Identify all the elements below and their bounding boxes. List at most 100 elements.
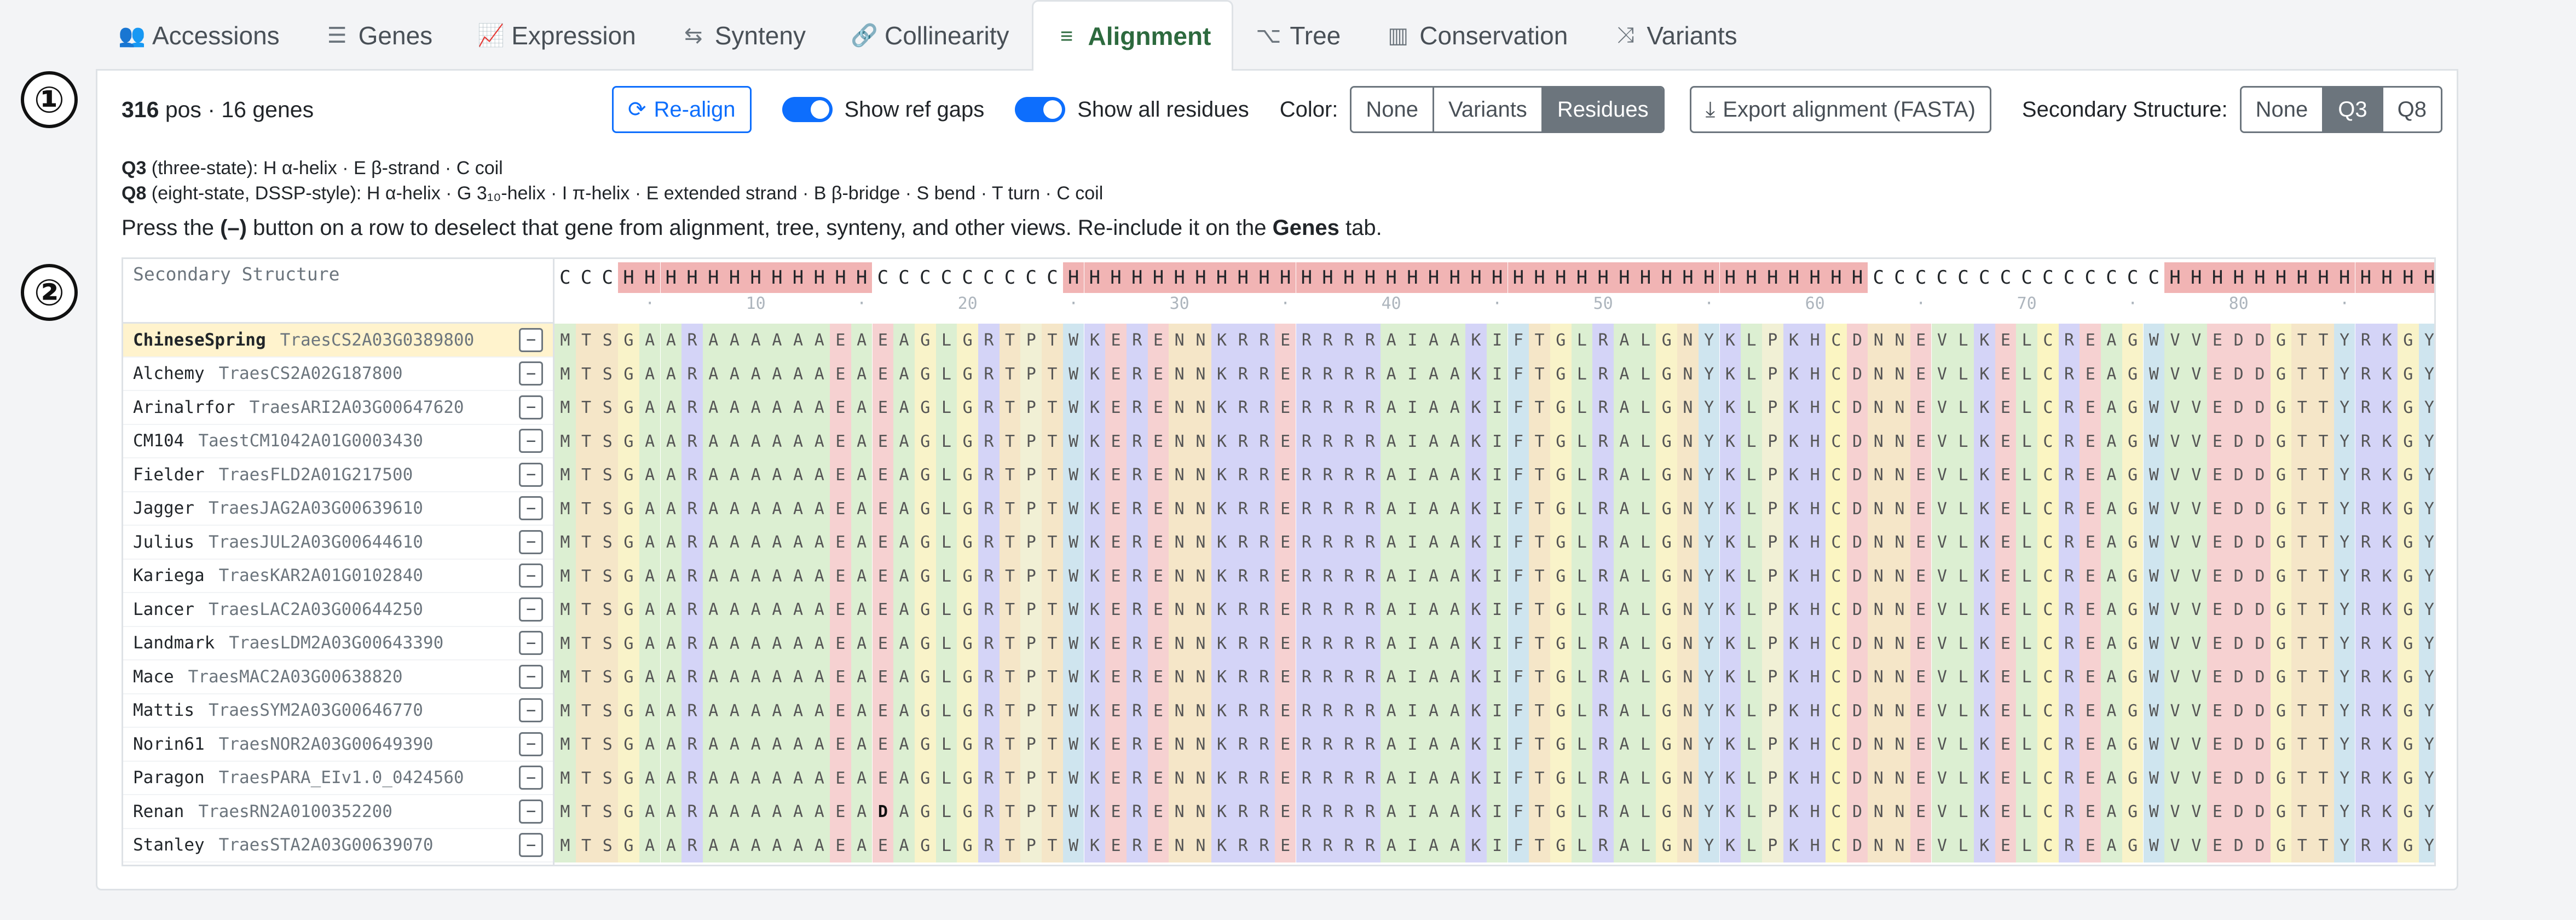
residue-cell: E [1105, 492, 1127, 526]
color-none-button[interactable]: None [1351, 88, 1433, 131]
deselect-gene-button[interactable]: − [519, 664, 543, 689]
residue-cell: L [1741, 324, 1762, 358]
deselect-gene-button[interactable]: − [519, 833, 543, 858]
residue-cell: A [639, 559, 661, 593]
residue-cell: K [1719, 424, 1741, 458]
residue-cell: Y [1698, 626, 1720, 660]
residue-cell: T [2291, 357, 2313, 391]
residue-cell: A [1614, 458, 1635, 492]
residue-cell: L [1741, 526, 1762, 560]
show-all-residues-switch[interactable] [1015, 97, 1066, 122]
ss-q8-button[interactable]: Q8 [2381, 88, 2441, 131]
ss-cell: H [1486, 262, 1508, 293]
residue-cell: E [830, 829, 851, 863]
alignment-viewer[interactable]: Secondary Structure ChineseSpring TraesCS… [122, 257, 2436, 866]
residue-cell: R [978, 391, 1000, 425]
alignment-grid[interactable]: CCCHHHHHHHHHHHHCCCCCCCCCHHHHHHHHHHHHHHHH… [555, 259, 2434, 865]
residue-cell: N [1868, 694, 1890, 728]
tab-tree[interactable]: ⌥ Tree [1233, 0, 1363, 69]
ss-cell: C [1889, 262, 1910, 293]
residue-cell: T [575, 526, 597, 560]
deselect-gene-button[interactable]: − [519, 732, 543, 756]
residue-cell: I [1402, 660, 1423, 694]
residue-cell: M [555, 357, 576, 391]
residue-cell: K [1719, 526, 1741, 560]
residue-cell: L [1634, 761, 1656, 795]
realign-button[interactable]: ⟳ Re-align [612, 86, 752, 133]
residue-cell: L [1634, 324, 1656, 358]
residue-cell: D [1846, 829, 1868, 863]
deselect-gene-button[interactable]: − [519, 395, 543, 419]
ss-q3-button[interactable]: Q3 [2322, 88, 2382, 131]
residue-cell: W [2143, 424, 2165, 458]
residue-cell: A [1423, 458, 1445, 492]
deselect-gene-button[interactable]: − [519, 597, 543, 622]
show-all-residues-toggle[interactable]: Show all residues [1015, 97, 1249, 122]
link-icon: 🔗 [850, 24, 878, 48]
deselect-gene-button[interactable]: − [519, 799, 543, 824]
residue-cell: L [935, 694, 957, 728]
residue-cell: K [1211, 829, 1233, 863]
residue-cell: N [1169, 458, 1190, 492]
residue-cell: G [914, 357, 936, 391]
residue-cell: N [1677, 795, 1699, 829]
residue-cell: W [1062, 660, 1084, 694]
residue-cell: R [978, 357, 1000, 391]
deselect-gene-button[interactable]: − [519, 564, 543, 588]
deselect-gene-button[interactable]: − [519, 530, 543, 554]
deselect-gene-button[interactable]: − [519, 496, 543, 521]
show-ref-gaps-toggle[interactable]: Show ref gaps [782, 97, 984, 122]
color-variants-button[interactable]: Variants [1433, 88, 1541, 131]
ss-cell: H [1698, 262, 1720, 293]
tab-synteny[interactable]: ⇆ Synteny [659, 0, 828, 69]
ss-cell: C [1020, 262, 1042, 293]
residue-cell: G [1656, 492, 1678, 526]
residue-cell: E [1995, 357, 2017, 391]
deselect-gene-button[interactable]: − [519, 429, 543, 453]
deselect-gene-button[interactable]: − [519, 462, 543, 487]
residue-cell: G [2270, 357, 2292, 391]
show-ref-gaps-switch[interactable] [782, 97, 833, 122]
residue-cell: T [1042, 593, 1063, 627]
residue-cell: R [1296, 424, 1318, 458]
align-left-icon: ≡ [1060, 24, 1073, 48]
residue-cell: E [1910, 492, 1932, 526]
residue-cell: E [2207, 526, 2228, 560]
residue-cell: R [978, 492, 1000, 526]
deselect-gene-button[interactable]: − [519, 361, 543, 386]
residue-cell: G [914, 324, 936, 358]
residue-cell: R [1359, 694, 1381, 728]
residue-cell: R [1296, 492, 1318, 526]
residue-cell: E [830, 526, 851, 560]
tab-collinearity[interactable]: 🔗 Collinearity [828, 0, 1032, 69]
residue-cell: T [575, 357, 597, 391]
deselect-gene-button[interactable]: − [519, 327, 543, 352]
deselect-gene-button[interactable]: − [519, 631, 543, 656]
residue-cell: T [2291, 626, 2313, 660]
residue-cell: A [787, 626, 809, 660]
residue-cell: G [914, 728, 936, 762]
ruler-tick-label: 80 [2228, 294, 2249, 313]
residue-cell: D [2228, 324, 2249, 358]
residue-cell: A [724, 357, 746, 391]
tab-genes[interactable]: ☰ Genes [302, 0, 455, 69]
export-fasta-button[interactable]: ⤓ Export alignment (FASTA) [1689, 86, 1991, 133]
residue-cell: L [1634, 559, 1656, 593]
ss-none-button[interactable]: None [2241, 88, 2323, 131]
residue-cell: C [2037, 795, 2059, 829]
residue-cell: Y [1698, 357, 1720, 391]
tab-variants[interactable]: ⤨ Variants [1590, 0, 1759, 69]
residue-cell: K [1465, 357, 1487, 391]
tab-alignment[interactable]: ≡ Alignment [1031, 0, 1234, 71]
residue-cell: K [1211, 694, 1233, 728]
ruler-dot: · [2340, 294, 2350, 313]
residue-cell: P [1761, 559, 1783, 593]
residue-cell: L [1634, 728, 1656, 762]
residue-cell: R [681, 458, 703, 492]
tab-accessions[interactable]: 👥 Accessions [96, 0, 302, 69]
deselect-gene-button[interactable]: − [519, 766, 543, 790]
tab-conservation[interactable]: ▥ Conservation [1363, 0, 1590, 69]
tab-expression[interactable]: 📈 Expression [455, 0, 659, 69]
deselect-gene-button[interactable]: − [519, 698, 543, 723]
color-residues-button[interactable]: Residues [1541, 88, 1663, 131]
